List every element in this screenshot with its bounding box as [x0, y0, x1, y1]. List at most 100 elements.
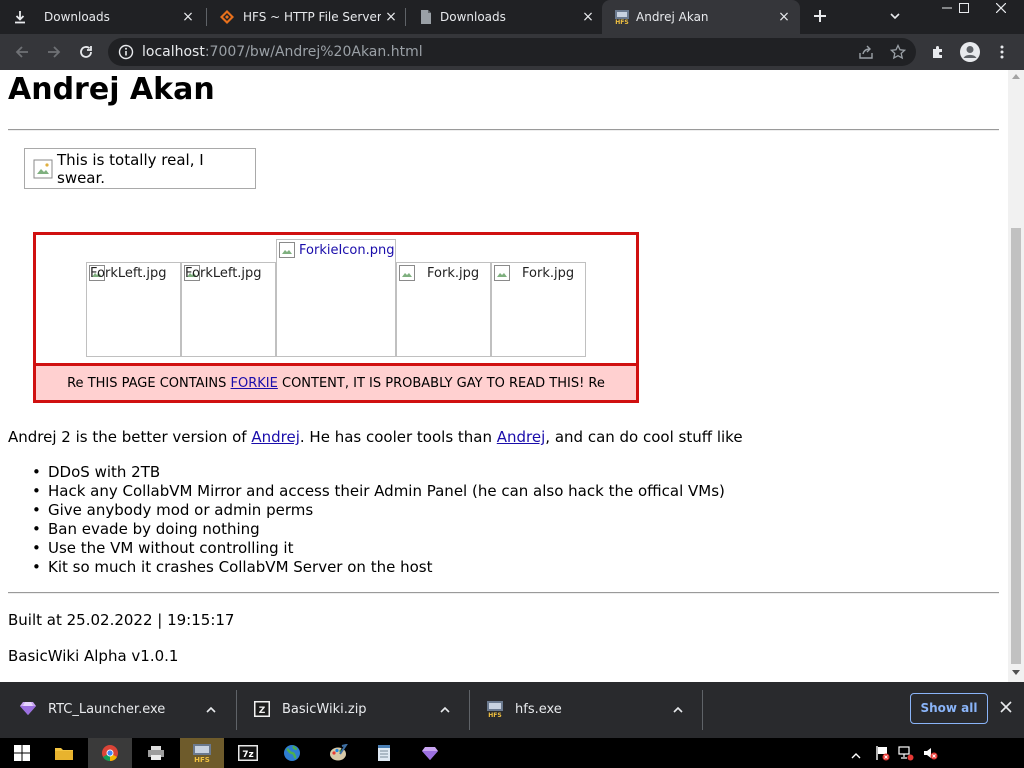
hfs-logo-icon: HFS: [193, 744, 211, 763]
folder-icon: [55, 748, 73, 760]
profile-button[interactable]: [958, 40, 982, 64]
new-tab-button[interactable]: [810, 8, 830, 26]
close-icon[interactable]: ×: [776, 9, 792, 25]
chevron-up-icon[interactable]: [204, 702, 220, 718]
chevron-up-icon[interactable]: [850, 747, 866, 763]
image-alt-link[interactable]: ForkieIcon.png: [299, 243, 395, 258]
download-name: BasicWiki.zip: [282, 702, 367, 717]
forkie-warning-text: Re THIS PAGE CONTAINS FORKIE CONTENT, IT…: [36, 366, 636, 400]
bookmark-star-icon[interactable]: [889, 43, 907, 60]
maximize-button[interactable]: [952, 0, 976, 20]
andrej-link[interactable]: Andrej: [251, 428, 300, 446]
action-center-flag-icon[interactable]: [874, 745, 890, 761]
taskbar-chrome[interactable]: [88, 738, 132, 768]
scroll-down-arrow-icon[interactable]: [1012, 670, 1020, 675]
forward-button[interactable]: [42, 40, 66, 64]
warning-prefix: Re THIS PAGE CONTAINS: [67, 375, 231, 391]
tab-andrej-akan[interactable]: HFS Andrej Akan ×: [602, 0, 800, 34]
taskbar-explorer[interactable]: [42, 738, 86, 768]
list-item: Ban evade by doing nothing: [32, 520, 725, 539]
show-all-button[interactable]: Show all: [910, 693, 988, 724]
shelf-separator: [702, 690, 703, 730]
close-icon[interactable]: ×: [180, 9, 196, 25]
address-bar[interactable]: localhost:7007/bw/Andrej%20Akan.html: [108, 38, 916, 66]
download-item[interactable]: RTC_Launcher.exe: [0, 690, 236, 730]
back-button[interactable]: [10, 40, 34, 64]
tab-title: Downloads: [440, 10, 506, 24]
hfs-diamond-icon: [219, 9, 235, 25]
puzzle-icon: [933, 46, 942, 58]
scroll-up-arrow-icon[interactable]: [1012, 74, 1020, 79]
extensions-button[interactable]: [926, 40, 950, 64]
forkie-link[interactable]: FORKIE: [231, 376, 278, 391]
taskbar-notepad[interactable]: [362, 738, 406, 768]
svg-text:HFS: HFS: [488, 712, 501, 718]
list-item: Use the VM without controlling it: [32, 539, 725, 558]
page-icon: [418, 9, 434, 25]
download-item[interactable]: HFS hfs.exe: [470, 690, 702, 730]
page-scrollbar[interactable]: [1008, 70, 1024, 682]
download-item[interactable]: Z BasicWiki.zip: [237, 690, 469, 730]
tab-search-chevron-icon[interactable]: [888, 8, 908, 26]
share-icon[interactable]: [858, 44, 874, 60]
taskbar-hfs[interactable]: HFS: [180, 738, 224, 768]
chevron-up-icon[interactable]: [671, 702, 687, 718]
caption-figure: This is totally real, I swear.: [24, 148, 256, 189]
network-icon[interactable]: [898, 745, 914, 761]
site-info-icon[interactable]: [118, 44, 134, 60]
browser-toolbar: localhost:7007/bw/Andrej%20Akan.html: [0, 34, 1024, 70]
broken-image-icon: [399, 265, 415, 281]
forkie-icon-image[interactable]: ForkieIcon.png: [276, 239, 396, 357]
forward-arrow-icon: [48, 46, 61, 58]
close-icon[interactable]: ×: [580, 9, 596, 25]
page-title: Andrej Akan: [8, 72, 215, 107]
gem-icon: [422, 747, 438, 760]
tab-hfs[interactable]: HFS ~ HTTP File Server d ×: [207, 0, 405, 34]
broken-image-icon: [494, 265, 510, 281]
start-button[interactable]: [0, 738, 44, 768]
scrollbar-thumb[interactable]: [1011, 228, 1021, 664]
hfs-logo-icon: HFS: [614, 9, 630, 25]
seven-zip-icon: 7z: [238, 745, 258, 761]
list-item: DDoS with 2TB: [32, 463, 725, 482]
download-name: RTC_Launcher.exe: [48, 702, 166, 717]
tab-downloads-1[interactable]: Downloads ×: [0, 0, 206, 34]
taskbar-gem-app[interactable]: [408, 738, 452, 768]
zip-icon: Z: [253, 700, 271, 718]
andrej-link[interactable]: Andrej: [497, 428, 546, 446]
fork-left-image: ForkLeft.jpg: [181, 262, 276, 357]
windows-logo-icon: [14, 745, 30, 761]
image-alt-text: ForkLeft.jpg: [185, 266, 262, 281]
svg-text:Z: Z: [259, 706, 266, 716]
taskbar-7zip[interactable]: 7z: [226, 738, 270, 768]
menu-button[interactable]: [990, 40, 1014, 64]
forkie-image-row: ForkLeft.jpg ForkLeft.jpg ForkieIcon.png…: [36, 235, 636, 366]
tab-title: Downloads: [44, 10, 110, 24]
tab-title: HFS ~ HTTP File Server d: [243, 10, 381, 24]
reload-button[interactable]: [74, 40, 98, 64]
chevron-up-icon[interactable]: [438, 702, 454, 718]
list-item: Kit so much it crashes CollabVM Server o…: [32, 558, 725, 577]
image-alt-text: ForkLeft.jpg: [90, 266, 167, 281]
ability-list: DDoS with 2TB Hack any CollabVM Mirror a…: [32, 463, 725, 577]
window-close-button[interactable]: [978, 0, 1024, 20]
list-item: Give anybody mod or admin perms: [32, 501, 725, 520]
image-alt-text: Fork.jpg: [522, 266, 575, 281]
tab-strip: Downloads × HFS ~ HTTP File Server d × D…: [0, 0, 1024, 34]
page-viewport: Andrej Akan This is totally real, I swea…: [0, 70, 1008, 682]
taskbar-paint[interactable]: [316, 738, 360, 768]
windows-taskbar: HFS 7z: [0, 738, 1024, 768]
chrome-icon: [102, 745, 118, 762]
close-icon[interactable]: ×: [383, 9, 399, 25]
notepad-icon: [378, 745, 390, 761]
close-shelf-icon[interactable]: [998, 700, 1014, 716]
taskbar-globe-app[interactable]: [270, 738, 314, 768]
divider: [8, 592, 999, 594]
url-text[interactable]: localhost:7007/bw/Andrej%20Akan.html: [142, 44, 423, 60]
svg-text:7z: 7z: [242, 750, 254, 760]
intro-paragraph: Andrej 2 is the better version of Andrej…: [8, 428, 743, 446]
taskbar-printer[interactable]: [134, 738, 178, 768]
volume-muted-icon[interactable]: [922, 745, 938, 761]
palette-icon: [330, 744, 348, 761]
tab-downloads-2[interactable]: Downloads ×: [406, 0, 602, 34]
